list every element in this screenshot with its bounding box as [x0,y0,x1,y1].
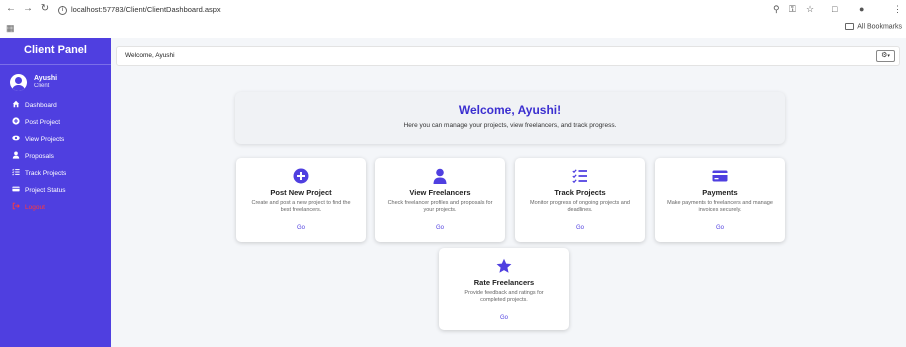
card-track-projects: Track Projects Monitor progress of ongoi… [515,158,645,242]
card-title: Post New Project [270,188,332,197]
browser-toolbar: ← → ↻ i localhost:57783/Client/ClientDash… [0,0,906,19]
settings-dropdown-button[interactable]: ⚙▾ [876,50,895,62]
welcome-bar: Welcome, Ayushi ⚙▾ [116,46,900,66]
card-go-link[interactable]: Go [236,225,366,231]
folder-icon [845,23,855,30]
sidebar-item-label: Track Projects [25,170,67,177]
browser-chrome: ← → ↻ i localhost:57783/Client/ClientDash… [0,0,906,38]
sidebar-title: Client Panel [24,44,87,56]
sidebar-item-track-projects[interactable]: Track Projects [12,168,107,180]
bookmarks-bar: ▦ All Bookmarks [0,19,906,38]
plus-circle-icon [12,117,20,125]
card-title: View Freelancers [409,188,471,197]
card-description: Provide feedback and ratings for complet… [464,290,544,303]
all-bookmarks-label: All Bookmarks [857,23,902,31]
hero-subtitle: Here you can manage your projects, view … [403,122,617,129]
card-description: Check freelancer profiles and proposals … [387,200,493,213]
sidebar-item-label: Post Project [25,119,61,126]
list-check-icon [12,169,20,176]
user-icon [12,151,20,159]
card-payments: Payments Make payments to freelancers an… [655,158,785,242]
sidebar-item-post-project[interactable]: Post Project [12,117,107,129]
welcome-text: Welcome, Ayushi [125,52,175,59]
card-title: Payments [702,188,738,197]
sidebar-item-view-projects[interactable]: View Projects [12,134,107,146]
forward-arrow-icon[interactable]: → [22,3,34,15]
main-content: Welcome, Ayushi! Here you can manage you… [111,74,906,347]
sidebar-item-label: Dashboard [25,102,57,109]
card-description: Monitor progress of ongoing projects and… [530,200,630,213]
card-description: Make payments to freelancers and manage … [667,200,773,213]
topbar: Welcome, Ayushi ⚙▾ [111,38,906,74]
card-description: Create and post a new project to find th… [251,200,351,213]
user-icon [433,168,447,184]
star-icon [496,258,512,273]
back-arrow-icon[interactable]: ← [5,3,17,15]
welcome-hero: Welcome, Ayushi! Here you can manage you… [235,92,785,144]
bookmark-star-icon[interactable]: ☆ [806,3,814,15]
sidebar-item-label: Project Status [25,187,66,194]
sidebar-item-label: Proposals [25,153,54,160]
card-title: Rate Freelancers [473,278,535,287]
card-go-link[interactable]: Go [655,225,785,231]
card-title: Track Projects [554,188,606,197]
avatar-icon [10,74,27,91]
credit-card-icon [712,170,728,182]
sidebar: Client Panel Ayushi Client Dashboard Pos… [0,38,111,347]
card-post-new-project: Post New Project Create and post a new p… [236,158,366,242]
user-name: Ayushi [34,75,58,82]
chevron-down-icon: ▾ [887,53,890,59]
address-url: localhost:57783/Client/ClientDashboard.a… [71,5,221,14]
all-bookmarks-button[interactable]: All Bookmarks [845,23,902,30]
key-icon[interactable]: ⚿ [789,3,796,15]
sidebar-item-label: Logout [25,204,45,211]
reload-icon[interactable]: ↻ [39,3,51,15]
apps-grid-icon[interactable]: ▦ [6,23,15,34]
site-info-icon[interactable]: i [58,5,67,15]
card-rate-freelancers: Rate Freelancers Provide feedback and ra… [439,248,569,330]
menu-dots-icon[interactable]: ⋮ [893,3,902,15]
hero-title: Welcome, Ayushi! [458,103,562,117]
list-check-icon [572,169,587,184]
extensions-icon[interactable]: □ [832,3,837,15]
sidebar-item-dashboard[interactable]: Dashboard [12,100,107,112]
sidebar-user: Ayushi Client [10,74,105,94]
sidebar-divider [0,64,111,65]
home-icon [12,101,20,108]
eye-icon [12,135,20,141]
user-role: Client [34,83,50,89]
card-go-link[interactable]: Go [439,315,569,321]
plus-circle-icon [293,168,309,184]
card-go-link[interactable]: Go [375,225,505,231]
address-bar[interactable]: i localhost:57783/Client/ClientDashboard.… [58,2,818,17]
card-icon [12,186,20,192]
card-go-link[interactable]: Go [515,225,645,231]
card-view-freelancers: View Freelancers Check freelancer profil… [375,158,505,242]
sidebar-item-proposals[interactable]: Proposals [12,151,107,163]
profile-icon[interactable]: ● [859,3,864,15]
logout-icon [12,203,20,210]
zoom-icon[interactable]: ⚲ [773,3,780,15]
sidebar-item-project-status[interactable]: Project Status [12,185,107,197]
sidebar-item-label: View Projects [25,136,65,143]
sidebar-item-logout[interactable]: Logout [12,202,107,214]
